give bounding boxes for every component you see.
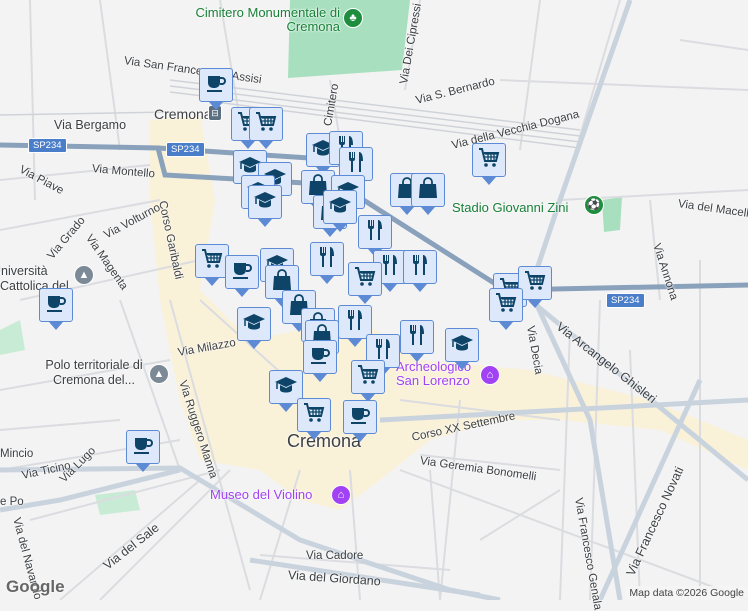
- street-label: e Po: [0, 496, 24, 508]
- map-marker-cart[interactable]: [351, 360, 385, 402]
- map-marker-coffee[interactable]: [343, 400, 377, 442]
- map-attribution[interactable]: Map data ©2026 Google: [625, 586, 748, 600]
- map-marker-coffee[interactable]: [39, 288, 73, 330]
- coffee-cup-icon: [348, 403, 372, 432]
- shopping-bag-icon: [416, 176, 440, 205]
- poi-polo[interactable]: Polo territoriale di Cremona del...: [40, 358, 148, 388]
- map-marker-grad[interactable]: [323, 190, 357, 232]
- graduation-icon[interactable]: ▲: [74, 265, 94, 285]
- map-marker-bag[interactable]: [411, 173, 445, 215]
- shopping-cart-icon: [353, 265, 377, 294]
- fork-knife-icon: [343, 308, 367, 337]
- map-marker-fork[interactable]: [358, 215, 392, 257]
- map-marker-fork[interactable]: [400, 320, 434, 362]
- shopping-cart-icon: [477, 146, 501, 175]
- map-marker-cart[interactable]: [297, 398, 331, 440]
- station-label[interactable]: Cremona: [154, 106, 212, 122]
- map-marker-cart[interactable]: [489, 288, 523, 330]
- graduation-cap-icon: [253, 188, 277, 217]
- museum-icon[interactable]: ⌂: [331, 485, 351, 505]
- fork-knife-icon: [405, 323, 429, 352]
- map-marker-coffee[interactable]: [225, 255, 259, 297]
- map-marker-coffee[interactable]: [199, 68, 233, 110]
- fork-knife-icon: [315, 245, 339, 274]
- shopping-cart-icon: [254, 110, 278, 139]
- map-marker-cart[interactable]: [518, 266, 552, 308]
- poi-museum-archeo[interactable]: Archeologico San Lorenzo: [396, 360, 486, 388]
- map-marker-grad[interactable]: [248, 185, 282, 227]
- map-marker-cart[interactable]: [348, 262, 382, 304]
- map-marker-cart[interactable]: [195, 244, 229, 286]
- coffee-cup-icon: [308, 343, 332, 372]
- graduation-icon[interactable]: ▲: [149, 364, 169, 384]
- graduation-cap-icon: [450, 331, 474, 360]
- map-marker-fork[interactable]: [403, 250, 437, 292]
- coffee-cup-icon: [131, 433, 155, 462]
- map-marker-fork[interactable]: [310, 242, 344, 284]
- street-label: Via Cadore: [306, 550, 364, 562]
- graduation-cap-icon: [274, 373, 298, 402]
- city-label: Cremona: [287, 431, 362, 451]
- shopping-cart-icon: [302, 401, 326, 430]
- google-logo: Google: [6, 577, 65, 596]
- coffee-cup-icon: [44, 291, 68, 320]
- graduation-cap-icon: [242, 310, 266, 339]
- fork-knife-icon: [408, 253, 432, 282]
- map-marker-cart[interactable]: [472, 143, 506, 185]
- museum-icon[interactable]: ⌂: [480, 365, 500, 385]
- map-marker-grad[interactable]: [237, 307, 271, 349]
- shopping-cart-icon: [356, 363, 380, 392]
- coffee-cup-icon: [204, 71, 228, 100]
- road-shield: SP234: [166, 142, 205, 157]
- poi-museum-violin[interactable]: Museo del Violino: [210, 488, 312, 502]
- stadium-icon[interactable]: ⚽: [584, 195, 604, 215]
- tree-icon[interactable]: ♣: [343, 8, 363, 28]
- map-marker-grad[interactable]: [445, 328, 479, 370]
- map-marker-coffee[interactable]: [303, 340, 337, 382]
- poi-cemetery[interactable]: Cimitero Monumentale di Cremona: [190, 6, 340, 34]
- coffee-cup-icon: [230, 258, 254, 287]
- graduation-cap-icon: [328, 193, 352, 222]
- road-shield: SP234: [28, 138, 67, 153]
- map-marker-coffee[interactable]: [126, 430, 160, 472]
- shopping-cart-icon: [494, 291, 518, 320]
- fork-knife-icon: [363, 218, 387, 247]
- poi-stadium[interactable]: Stadio Giovanni Zini: [452, 201, 568, 215]
- map-marker-cart[interactable]: [249, 107, 283, 149]
- shopping-cart-icon: [523, 269, 547, 298]
- shopping-cart-icon: [200, 247, 224, 276]
- street-label: Mincio: [0, 448, 34, 460]
- street-label: Via Bergamo: [54, 118, 127, 132]
- road-shield: SP234: [606, 293, 645, 308]
